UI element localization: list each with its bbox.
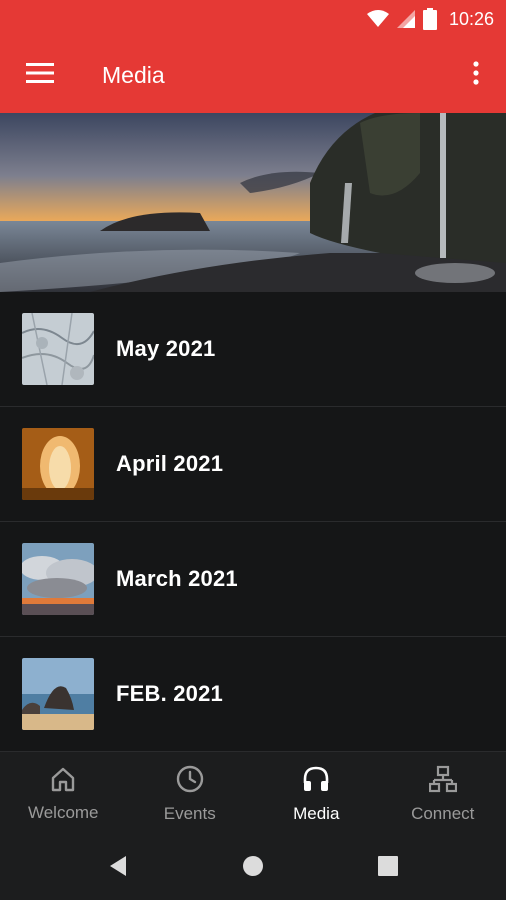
network-icon	[428, 765, 457, 798]
recents-square-icon	[378, 855, 398, 881]
home-circle-icon	[242, 855, 264, 882]
list-item-title: March 2021	[116, 566, 238, 591]
system-navigation-bar	[0, 836, 506, 900]
marble-texture-thumbnail	[22, 313, 94, 385]
more-vert-icon	[473, 61, 479, 90]
nav-label-media: Media	[293, 803, 340, 823]
headphones-icon	[302, 765, 330, 798]
list-item-title: April 2021	[116, 451, 224, 476]
back-button[interactable]	[98, 848, 138, 888]
status-time: 10:26	[448, 8, 494, 29]
page-title: Media	[102, 62, 165, 88]
overflow-menu-button[interactable]	[446, 38, 506, 113]
sea-rocks-thumbnail	[22, 658, 94, 730]
list-item-title: May 2021	[116, 336, 216, 361]
wifi-icon	[366, 10, 389, 28]
recents-button[interactable]	[368, 848, 408, 888]
media-list: May 2021 April 2021 March 2021 FEB. 2021	[0, 292, 506, 752]
hamburger-menu-icon	[26, 63, 54, 88]
cloudy-sunset-thumbnail	[22, 543, 94, 615]
cave-opening-thumbnail	[22, 428, 94, 500]
list-item[interactable]: March 2021	[0, 522, 506, 637]
clock-icon	[176, 765, 204, 798]
header-image	[0, 113, 506, 292]
battery-icon	[422, 8, 437, 30]
list-item[interactable]: May 2021	[0, 292, 506, 407]
home-button[interactable]	[233, 848, 273, 888]
back-triangle-icon	[108, 854, 128, 883]
app-bar: Media	[0, 38, 506, 113]
bottom-navigation: Welcome Events Media Connect	[0, 752, 506, 836]
cellular-signal-icon	[396, 10, 415, 28]
nav-label-connect: Connect	[411, 803, 475, 823]
nav-label-welcome: Welcome	[27, 802, 99, 822]
list-item-title: FEB. 2021	[116, 681, 223, 706]
list-item[interactable]: April 2021	[0, 407, 506, 522]
nav-item-media[interactable]: Media	[253, 752, 380, 836]
home-icon	[50, 766, 76, 797]
nav-label-events: Events	[163, 803, 216, 823]
nav-item-connect[interactable]: Connect	[380, 752, 506, 836]
nav-item-welcome[interactable]: Welcome	[0, 752, 127, 836]
list-item[interactable]: FEB. 2021	[0, 637, 506, 752]
nav-item-events[interactable]: Events	[127, 752, 254, 836]
menu-button[interactable]	[0, 38, 80, 113]
status-bar: 10:26	[0, 0, 506, 38]
